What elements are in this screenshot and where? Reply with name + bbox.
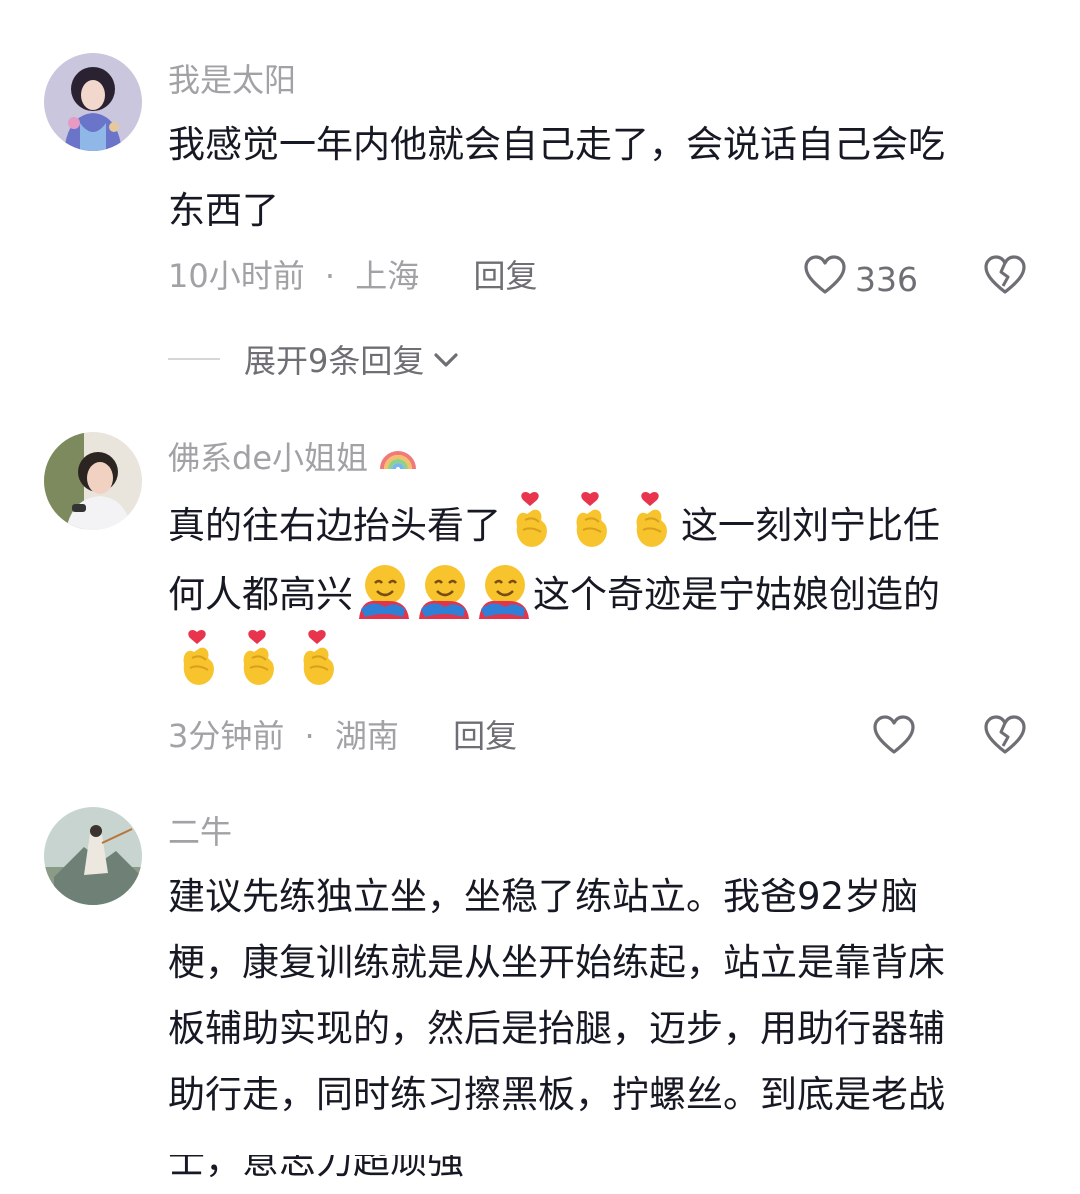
comment-text: 真的往右边抬头看了 这一刻刘宁比任 何人都高兴 这个奇迹是宁姑娘创造的 (168, 490, 1048, 697)
like-button[interactable] (872, 714, 916, 764)
broken-heart-icon (983, 254, 1027, 300)
comment-meta: 3分钟前 · 湖南 回复 (168, 716, 517, 756)
comment-time: 10小时前 (168, 257, 305, 295)
rainbow-icon (378, 437, 418, 482)
meta-separator: · (304, 717, 315, 755)
like-button[interactable]: 336 (803, 254, 918, 304)
expand-replies-label: 展开9条回复 (244, 342, 425, 380)
comment-text-line: 板辅助实现的，然后是抬腿，迈步，用助行器辅 (168, 1007, 945, 1050)
avatar[interactable] (44, 807, 142, 905)
username[interactable]: 二牛 (168, 812, 232, 852)
reply-button[interactable]: 回复 (473, 257, 537, 295)
reply-button[interactable]: 回复 (453, 717, 517, 755)
finger-heart-icon (623, 490, 679, 550)
comment-location: 上海 (355, 257, 420, 295)
dislike-button[interactable] (983, 714, 1027, 760)
heart-outline-icon (803, 254, 847, 304)
hugging-face-icon (355, 559, 411, 619)
avatar[interactable] (44, 53, 142, 151)
comment-location: 湖南 (334, 717, 399, 755)
hugging-face-icon (475, 559, 531, 619)
like-count: 336 (855, 259, 918, 299)
hugging-face-icon (415, 559, 471, 619)
comment-text-line: 士，意志力超顽强 (168, 1139, 464, 1182)
comment-text-part: 这个奇迹是宁姑娘创造的 (533, 573, 940, 616)
comment-text-part: 何人都高兴 (168, 573, 353, 616)
comment-text-line (168, 628, 1048, 697)
comment-text-line: 何人都高兴 这个奇迹是宁姑娘创造的 (168, 559, 1048, 628)
comment-text-line: 真的往右边抬头看了 这一刻刘宁比任 (168, 490, 1048, 559)
finger-heart-icon (563, 490, 619, 550)
broken-heart-icon (983, 714, 1027, 760)
meta-separator: · (324, 257, 336, 295)
comment-time: 3分钟前 (168, 717, 285, 755)
finger-heart-icon (503, 490, 559, 550)
username[interactable]: 我是太阳 (168, 60, 296, 100)
expand-replies-button[interactable]: 展开9条回复 (168, 336, 460, 382)
username[interactable]: 佛系de小姐姐 (168, 437, 418, 482)
comment-text-line: 梗，康复训练就是从坐开始练起，站立是靠背床 (168, 941, 945, 984)
comment-text: 我感觉一年内他就会自己走了，会说话自己会吃 东西了 (168, 112, 1048, 244)
divider (168, 358, 220, 360)
finger-heart-icon (290, 628, 346, 688)
comment-text-line: 助行走，同时练习擦黑板，拧螺丝。到底是老战 (168, 1073, 945, 1116)
comment-text-line: 建议先练独立坐，坐稳了练站立。我爸92岁脑 (168, 875, 919, 918)
chevron-down-icon (432, 340, 460, 378)
finger-heart-icon (230, 628, 286, 688)
avatar[interactable] (44, 432, 142, 530)
comment-text-line: 我感觉一年内他就会自己走了，会说话自己会吃 (168, 123, 945, 166)
heart-outline-icon (872, 714, 916, 764)
comment-meta: 10小时前 · 上海 回复 (168, 256, 537, 296)
username-text: 佛系de小姐姐 (168, 439, 369, 477)
comment-text-line: 东西了 (168, 189, 279, 232)
finger-heart-icon (170, 628, 226, 688)
dislike-button[interactable] (983, 254, 1027, 300)
comment-text-part: 这一刻刘宁比任 (681, 504, 940, 547)
viewport-edge (0, 1141, 1080, 1155)
comment-text-part: 真的往右边抬头看了 (168, 504, 501, 547)
